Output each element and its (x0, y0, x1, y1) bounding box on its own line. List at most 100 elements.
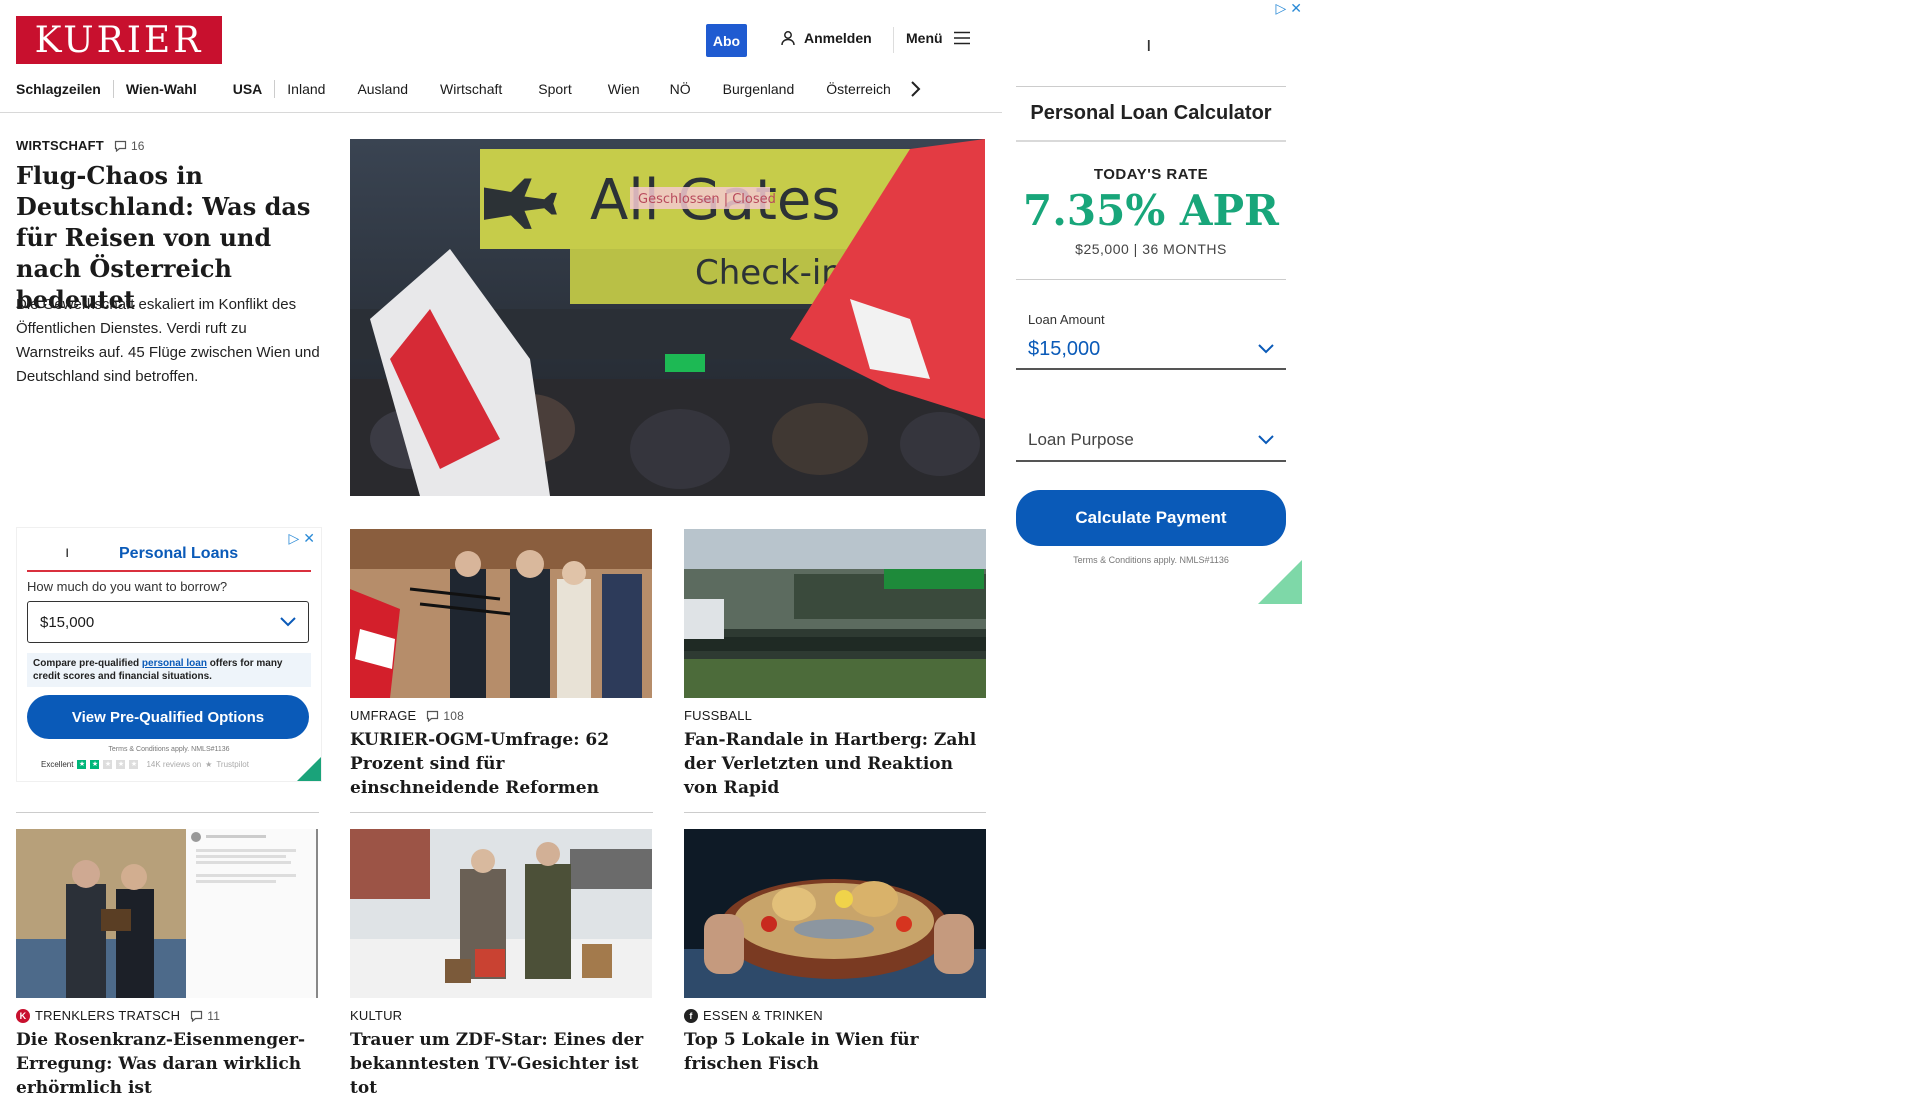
close-icon[interactable]: ✕ (303, 530, 315, 547)
card-1-image[interactable] (350, 529, 652, 698)
row-divider (16, 812, 319, 813)
card-4-title[interactable]: Trauer um ZDF-Star: Eines der bekanntest… (350, 1028, 655, 1100)
ad-amount-value: $15,000 (40, 613, 95, 631)
nav-item-ausland[interactable]: Ausland (357, 81, 408, 97)
ad-divider (1016, 140, 1286, 142)
ad-calc-terms[interactable]: Terms & Conditions apply. NMLS#1136 (1016, 555, 1286, 565)
card-3-kicker: K TRENKLERS TRATSCH 11 (16, 1008, 220, 1023)
chevron-down-icon (1258, 344, 1274, 354)
card-3-category-wrap: K TRENKLERS TRATSCH (16, 1008, 180, 1023)
card-5-title[interactable]: Top 5 Lokale in Wien für frischen Fisch (684, 1028, 984, 1076)
card-1-kicker: UMFRAGE 108 (350, 708, 464, 723)
card-1-category[interactable]: UMFRAGE (350, 708, 416, 723)
lead-comment-count[interactable]: 16 (114, 139, 145, 153)
ad-reviews: 14K reviews on (146, 760, 202, 769)
nav-item-burgenland[interactable]: Burgenland (723, 81, 795, 97)
ad-rating-label: Excellent (41, 760, 74, 769)
card-3-image[interactable] (16, 829, 318, 998)
adchoices-icon[interactable]: ▷ (1275, 0, 1286, 17)
card-3-comment-count[interactable]: 11 (190, 1009, 220, 1023)
ad-brand-mark-icon: ı (1146, 34, 1152, 56)
close-icon[interactable]: ✕ (1290, 0, 1302, 17)
ad-personal-loans[interactable]: ▷ ✕ ı Personal Loans How much do you wan… (16, 527, 322, 782)
star-icon: ★ (77, 760, 87, 769)
comment-icon (191, 1010, 203, 1022)
lead-kicker: WIRTSCHAFT 16 (16, 138, 145, 153)
card-4-kicker: KULTUR (350, 1008, 402, 1023)
nav-item-schlagzeilen[interactable]: Schlagzeilen (16, 81, 101, 97)
card-4-image[interactable] (350, 829, 652, 998)
lead-comments: 16 (130, 138, 145, 153)
lead-title[interactable]: Flug-Chaos in Deutschland: Was das für R… (16, 160, 326, 315)
card-4-category[interactable]: KULTUR (350, 1008, 402, 1023)
ad-purpose-label: Loan Purpose (1028, 430, 1134, 449)
ad-rating: Excellent ★ ★ ★ ★ ★ 14K reviews on ★ Tru… (41, 760, 249, 769)
card-2-kicker: FUSSBALL (684, 708, 752, 723)
lead-teaser: Die Gewerkschaft eskaliert im Konflikt d… (16, 296, 320, 385)
ad-note-pre: Compare pre-qualified (33, 658, 142, 669)
trenklers-badge-icon: K (16, 1008, 30, 1023)
ad-amount-select[interactable]: $15,000 (27, 601, 309, 643)
chevron-down-icon (1258, 435, 1274, 445)
nav-divider (0, 112, 1002, 113)
row-divider (684, 812, 986, 813)
card-1-title[interactable]: KURIER-OGM-Umfrage: 62 Prozent sind für … (350, 728, 650, 800)
ad-amount-label: Loan Amount (1028, 312, 1105, 327)
card-5-image[interactable] (684, 829, 986, 998)
card-1-comment-count[interactable]: 108 (426, 709, 464, 723)
kurier-logo[interactable]: KURIER (16, 16, 222, 64)
nav-item-wirtschaft[interactable]: Wirtschaft (440, 81, 502, 97)
trustpilot-star-icon: ★ (205, 760, 213, 769)
ad-divider (1016, 86, 1286, 87)
nav-item-noe[interactable]: NÖ (670, 81, 691, 97)
ad-rate-value: 7.35% APR (1023, 186, 1279, 235)
login-button[interactable]: Anmelden (780, 30, 872, 46)
card-2-image[interactable] (684, 529, 986, 698)
ad-calc-title: Personal Loan Calculator (1030, 102, 1272, 124)
ad-purpose-select[interactable]: Loan Purpose (1016, 420, 1286, 462)
view-options-button[interactable]: View Pre-Qualified Options (27, 695, 309, 739)
lead-image[interactable]: All Gates Geschlossen | Closed Check-in (350, 139, 985, 496)
card-2-title[interactable]: Fan-Randale in Hartberg: Zahl der Verlet… (684, 728, 989, 800)
ad-rate-detail: $25,000 | 36 MONTHS (1075, 241, 1227, 257)
ad-note: Compare pre-qualified personal loan offe… (27, 653, 311, 687)
nav-separator (112, 80, 114, 98)
ad-choices[interactable]: ▷ ✕ (1275, 0, 1302, 17)
ad-choices[interactable]: ▷ ✕ (288, 530, 315, 547)
lead-category[interactable]: WIRTSCHAFT (16, 138, 104, 153)
ad-question: How much do you want to borrow? (27, 579, 228, 594)
nav-item-wien[interactable]: Wien (608, 81, 640, 97)
card-3-title[interactable]: Die Rosenkranz-Eisenmenger-Erregung: Was… (16, 1028, 316, 1100)
star-icon: ★ (116, 760, 126, 769)
menu-button[interactable]: Menü (906, 30, 971, 46)
section-nav: Schlagzeilen Wien-Wahl USA Inland Auslan… (16, 78, 921, 100)
ad-note-link[interactable]: personal loan (142, 658, 207, 669)
nav-item-sport[interactable]: Sport (538, 81, 571, 97)
ad-corner-decoration (297, 757, 321, 781)
nav-item-usa[interactable]: USA (233, 81, 263, 97)
ad-trustpilot: Trustpilot (216, 760, 249, 769)
calculate-payment-button[interactable]: Calculate Payment (1016, 490, 1286, 546)
header-divider (893, 27, 894, 53)
card-3-category[interactable]: TRENKLERS TRATSCH (35, 1008, 180, 1023)
nav-item-wien-wahl[interactable]: Wien-Wahl (126, 81, 197, 97)
abo-button[interactable]: Abo (706, 24, 747, 57)
card-5-category-wrap: f ESSEN & TRINKEN (684, 1008, 823, 1023)
nav-item-oesterreich[interactable]: Österreich (826, 81, 891, 97)
ad-title: Personal Loans (119, 545, 239, 562)
row-divider (350, 812, 653, 813)
ad-amount-select[interactable]: $15,000 (1016, 330, 1286, 370)
chevron-right-icon[interactable] (909, 80, 921, 98)
adchoices-icon[interactable]: ▷ (288, 530, 299, 547)
ad-title-underline (27, 570, 311, 572)
ad-rate-label: TODAY'S RATE (1093, 166, 1209, 183)
card-2-category[interactable]: FUSSBALL (684, 708, 752, 723)
ad-loan-calculator[interactable]: ▷ ✕ ı Personal Loan Calculator TODAY'S R… (1016, 0, 1302, 604)
nav-separator (274, 80, 276, 98)
menu-label: Menü (906, 30, 943, 46)
nav-item-inland[interactable]: Inland (287, 81, 325, 97)
ad-terms[interactable]: Terms & Conditions apply. NMLS#1136 (17, 746, 321, 753)
card-5-category[interactable]: ESSEN & TRINKEN (703, 1008, 823, 1023)
comment-icon (427, 710, 439, 722)
ad-amount-value: $15,000 (1028, 337, 1101, 360)
